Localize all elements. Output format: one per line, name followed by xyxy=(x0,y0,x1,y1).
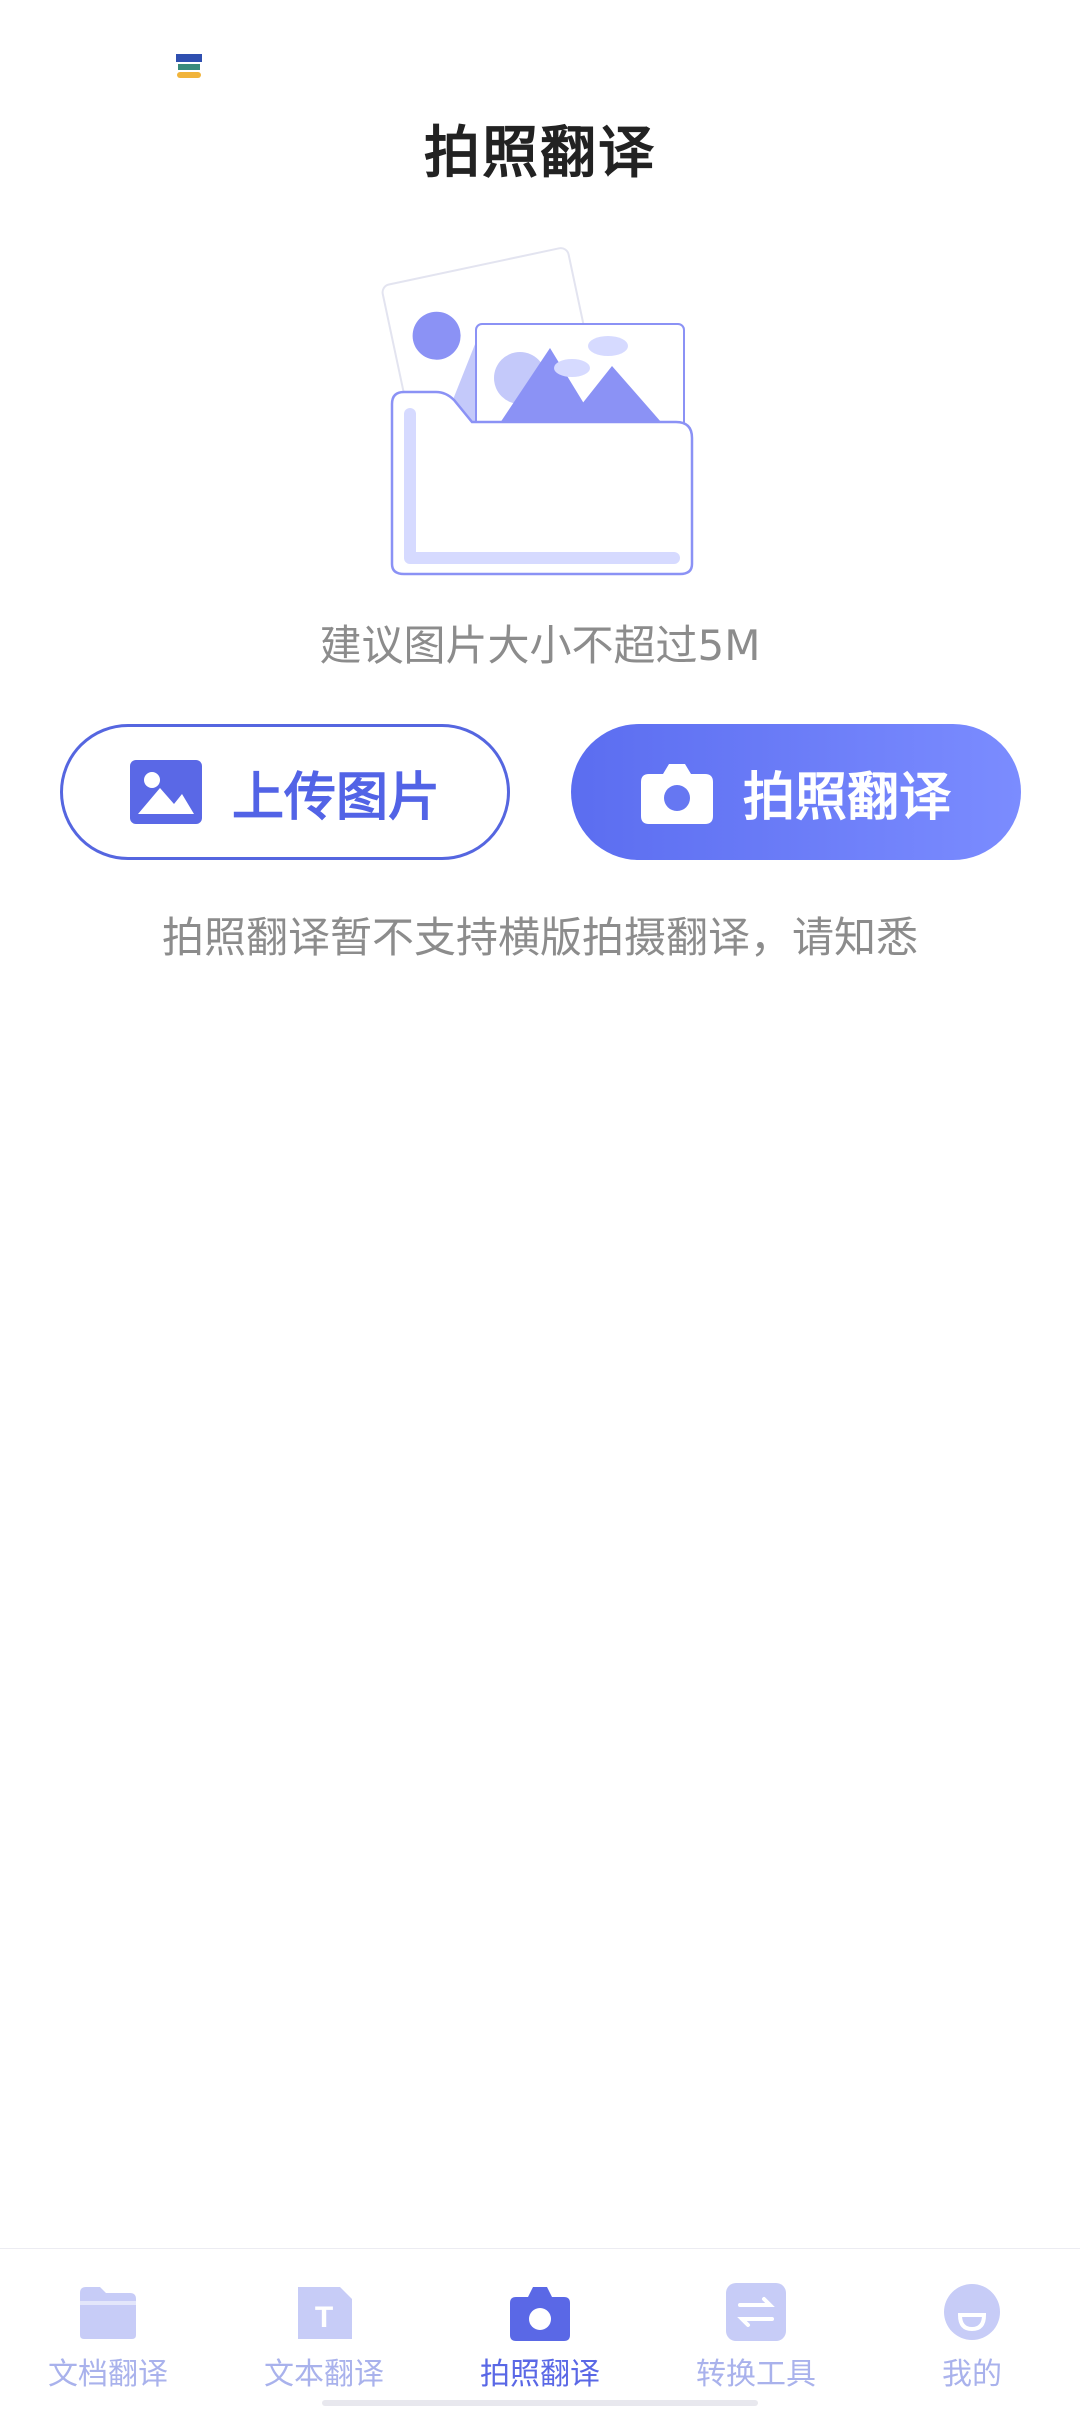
app-logo-icon xyxy=(174,50,204,80)
profile-face-icon xyxy=(942,2283,1002,2341)
text-document-icon: T xyxy=(294,2283,354,2341)
tab-label: 文档翻译 xyxy=(48,2357,168,2392)
swap-icon xyxy=(726,2283,786,2341)
upload-image-label: 上传图片 xyxy=(231,767,440,828)
take-photo-translate-label: 拍照翻译 xyxy=(742,767,951,828)
tab-label: 我的 xyxy=(942,2357,1002,2392)
bottom-tab-bar: 文档翻译 T 文本翻译 拍照翻译 转换工具 我的 xyxy=(0,2248,1080,2409)
tab-photo-translate[interactable]: 拍照翻译 xyxy=(432,2249,648,2409)
tab-label: 文本翻译 xyxy=(264,2357,384,2392)
image-icon xyxy=(129,760,202,824)
folder-icon xyxy=(78,2283,138,2341)
tab-label: 拍照翻译 xyxy=(480,2357,600,2392)
photo-folder-illustration xyxy=(380,228,700,578)
tab-text-translate[interactable]: T 文本翻译 xyxy=(216,2249,432,2409)
upload-image-button[interactable]: 上传图片 xyxy=(60,724,510,860)
size-hint-text: 建议图片大小不超过5M xyxy=(319,621,761,670)
camera-icon xyxy=(640,760,713,824)
svg-text:T: T xyxy=(315,2301,333,2334)
page-title: 拍照翻译 xyxy=(424,121,656,186)
landscape-notice-text: 拍照翻译暂不支持横版拍摄翻译，请知悉 xyxy=(161,913,918,962)
take-photo-translate-button[interactable]: 拍照翻译 xyxy=(571,724,1021,860)
tab-profile[interactable]: 我的 xyxy=(864,2249,1080,2409)
camera-icon xyxy=(510,2283,570,2341)
tab-conversion-tools[interactable]: 转换工具 xyxy=(648,2249,864,2409)
tab-label: 转换工具 xyxy=(696,2357,816,2392)
home-indicator[interactable] xyxy=(322,2400,758,2406)
tab-document-translate[interactable]: 文档翻译 xyxy=(0,2249,216,2409)
